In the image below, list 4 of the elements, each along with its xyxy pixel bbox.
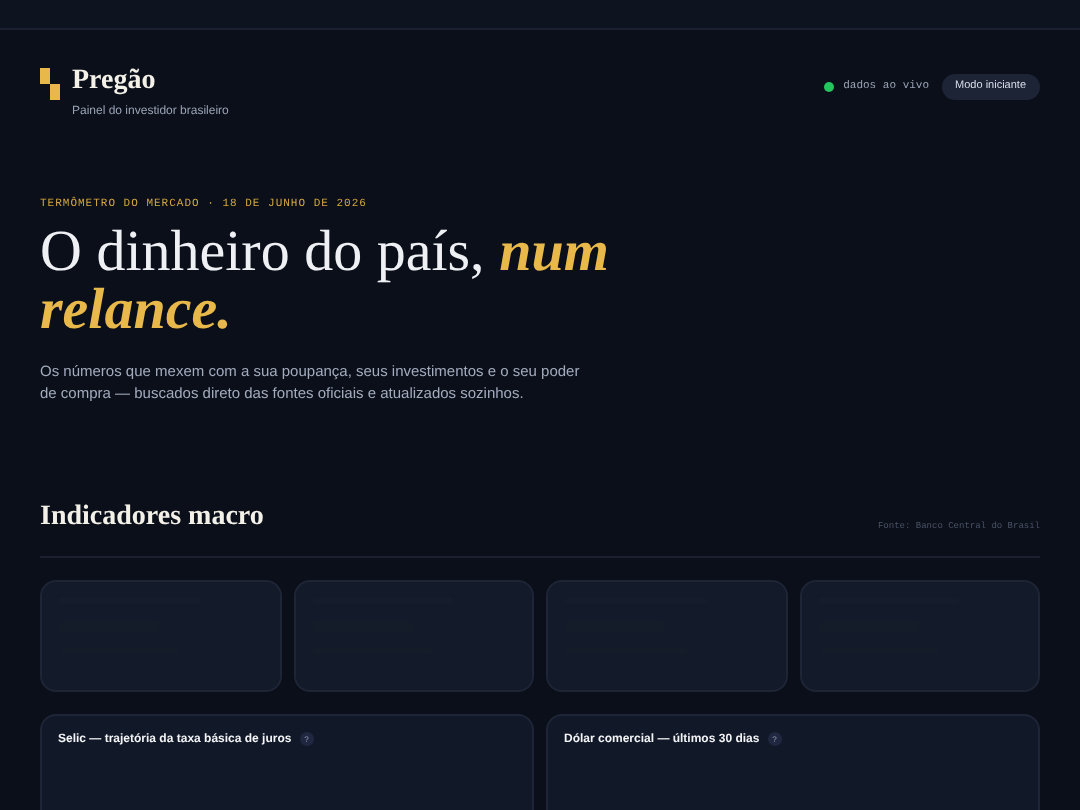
- logo-icon: [40, 68, 60, 100]
- section-title: Indicadores macro: [40, 500, 264, 537]
- headline: O dinheiro do país, num relance.: [40, 224, 611, 341]
- brand-name: Pregão: [72, 66, 158, 98]
